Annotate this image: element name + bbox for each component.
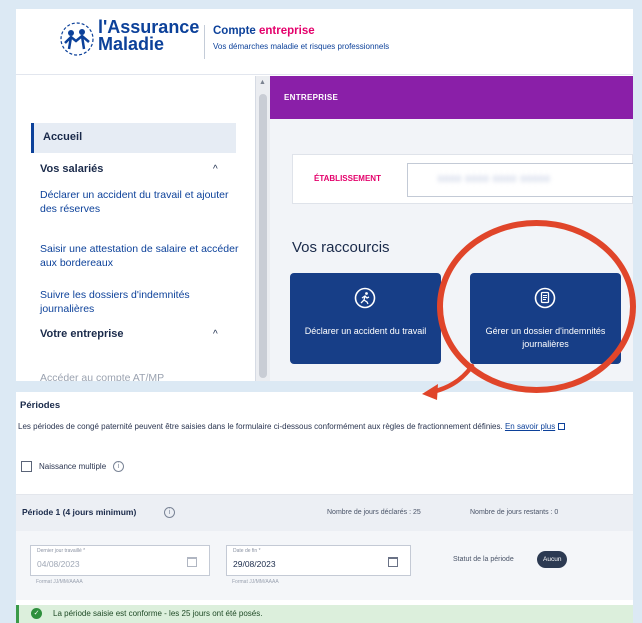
header-separator — [204, 25, 205, 59]
etablissement-select[interactable]: 0000 0000 0000 00000 — [407, 163, 633, 197]
periods-description: Les périodes de congé paternité peuvent … — [18, 420, 630, 433]
periods-title: Périodes — [20, 400, 61, 411]
end-date-field[interactable]: Date de fin * 29/08/2023 — [226, 545, 411, 576]
last-worked-day-value: 04/08/2023 — [37, 559, 80, 569]
sidebar: Accueil Vos salariés ^ Déclarer un accid… — [16, 76, 256, 381]
brand-subtitle: Vos démarches maladie et risques profess… — [213, 42, 390, 51]
chevron-up-icon[interactable]: ^ — [213, 329, 218, 340]
chevron-up-icon[interactable]: ^ — [213, 164, 218, 175]
calendar-icon[interactable] — [187, 557, 197, 567]
logo-text[interactable]: l'Assurance Maladie — [98, 18, 199, 54]
info-icon[interactable]: i — [164, 507, 175, 518]
external-link-icon — [558, 423, 566, 430]
entreprise-banner: ENTREPRISE — [270, 76, 633, 119]
periods-description-text: Les périodes de congé paternité peuvent … — [18, 422, 503, 431]
site-header: l'Assurance Maladie Compte entreprise Vo… — [16, 9, 633, 75]
success-message: La période saisie est conforme - les 25 … — [53, 609, 263, 618]
brand-title-prefix: Compte — [213, 25, 256, 37]
period-header: Période 1 (4 jours minimum) i Nombre de … — [16, 495, 633, 531]
success-alert: ✓ La période saisie est conforme - les 2… — [16, 605, 633, 623]
period-status-label: Statut de la période — [453, 556, 514, 563]
sidebar-item-dossiers[interactable]: Suivre les dossiers d'indemnités journal… — [40, 288, 240, 316]
calendar-icon[interactable] — [388, 557, 398, 567]
last-worked-day-format: Format JJ/MM/AAAA — [36, 579, 83, 585]
sidebar-item-home-label: Accueil — [43, 131, 83, 143]
end-date-value: 29/08/2023 — [233, 559, 276, 569]
scroll-thumb[interactable] — [259, 94, 267, 378]
scroll-up-icon[interactable]: ▲ — [259, 79, 266, 86]
learn-more-label: En savoir plus — [504, 422, 556, 431]
running-person-icon — [354, 287, 376, 309]
period-status-badge: Aucun — [537, 551, 568, 568]
accident-shortcut-button[interactable]: Déclarer un accident du travail — [290, 273, 441, 364]
learn-more-link[interactable]: En savoir plus — [504, 422, 566, 431]
periods-screenshot: Périodes Les périodes de congé paternité… — [16, 392, 633, 623]
etablissement-card: ÉTABLISSEMENT 0000 0000 0000 00000 — [292, 154, 633, 204]
sidebar-item-home[interactable]: Accueil — [31, 123, 236, 153]
etablissement-label: ÉTABLISSEMENT — [314, 174, 381, 183]
sidebar-section-salaries[interactable]: Vos salariés — [40, 163, 103, 175]
period-panel: Période 1 (4 jours minimum) i Nombre de … — [16, 494, 633, 600]
last-worked-day-field[interactable]: Dernier jour travaillé * 04/08/2023 — [30, 545, 210, 576]
accident-shortcut-label: Déclarer un accident du travail — [304, 326, 427, 336]
check-circle-icon: ✓ — [31, 608, 42, 619]
sidebar-item-compte-atmp[interactable]: Accéder au compte AT/MP — [40, 372, 164, 381]
sidebar-section-entreprise[interactable]: Votre entreprise — [40, 328, 124, 340]
end-date-format: Format JJ/MM/AAAA — [232, 579, 279, 585]
last-worked-day-label: Dernier jour travaillé * — [37, 548, 86, 554]
multiple-birth-label: Naissance multiple — [39, 462, 107, 471]
shortcuts-title: Vos raccourcis — [292, 239, 390, 256]
sidebar-scrollbar[interactable]: ▲ — [256, 76, 270, 381]
info-icon[interactable]: i — [113, 461, 124, 472]
entreprise-banner-label: ENTREPRISE — [284, 93, 339, 102]
logo-line-2: Maladie — [98, 34, 165, 54]
period-title: Période 1 (4 jours minimum) — [22, 507, 137, 517]
remaining-days: Nombre de jours restants : 0 — [470, 509, 559, 516]
highlight-arrow-icon — [422, 363, 475, 400]
people-logo-icon — [60, 22, 94, 56]
brand-title: Compte entreprise — [213, 25, 315, 37]
etablissement-value: 0000 0000 0000 00000 — [438, 174, 551, 184]
sidebar-item-accident[interactable]: Déclarer un accident du travail et ajout… — [40, 188, 240, 216]
end-date-label: Date de fin * — [233, 548, 261, 554]
sidebar-item-attestation[interactable]: Saisir une attestation de salaire et acc… — [40, 242, 240, 270]
brand-title-accent: entreprise — [259, 25, 315, 37]
multiple-birth-checkbox[interactable] — [21, 461, 32, 472]
declared-days: Nombre de jours déclarés : 25 — [327, 509, 421, 516]
